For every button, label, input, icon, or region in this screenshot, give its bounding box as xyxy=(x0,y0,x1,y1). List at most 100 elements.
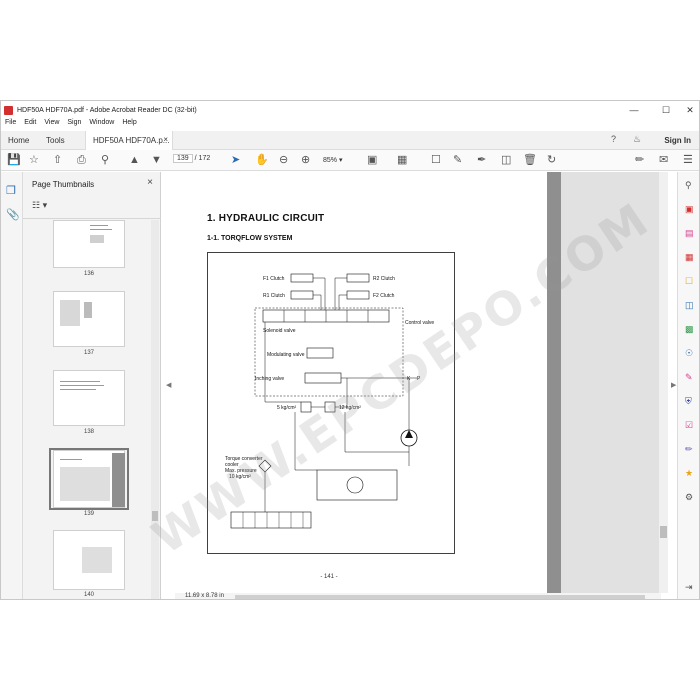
comment-icon[interactable]: ☐ xyxy=(431,153,441,167)
zoom-selector[interactable]: 85% ▾ xyxy=(323,156,342,164)
help-icon[interactable]: ? xyxy=(611,134,616,144)
more-tools-icon[interactable]: ☰ xyxy=(683,153,693,167)
zoom-in-icon[interactable]: ⊕ xyxy=(301,153,310,167)
document-vertical-scrollbar[interactable] xyxy=(659,172,668,593)
thumbnail-scroll-thumb[interactable] xyxy=(152,511,158,521)
thumbnail-scrollbar[interactable] xyxy=(151,220,159,599)
request-signature-icon[interactable]: ✏ xyxy=(685,444,693,455)
page-number-footer: - 141 - xyxy=(320,574,338,580)
tab-bar: Home Tools HDF50A HDF70A.p... × ? ♨ Sign… xyxy=(1,131,699,150)
highlight-pen-icon[interactable]: ✎ xyxy=(453,153,462,167)
more-tools-wrench-icon[interactable]: ⚙ xyxy=(685,492,693,503)
page-heading: 1. HYDRAULIC CIRCUIT xyxy=(207,213,325,224)
thumbnail-options-button[interactable]: ☷ ▾ xyxy=(32,200,47,211)
fit-page-icon[interactable]: ▣ xyxy=(367,153,377,167)
page-navigator: 139 / 172 xyxy=(173,154,210,163)
panel-divider xyxy=(23,218,161,219)
save-icon[interactable]: 💾 xyxy=(7,153,21,167)
comment-tool-icon[interactable]: ☐ xyxy=(685,276,693,287)
status-bar: 11.69 x 8.78 in xyxy=(175,593,661,599)
menu-help[interactable]: Help xyxy=(122,119,136,131)
tab-tools[interactable]: Tools xyxy=(46,136,65,145)
send-for-signature-icon[interactable]: ☑ xyxy=(685,420,693,431)
window-title: HDF50A HDF70A.pdf - Adobe Acrobat Reader… xyxy=(17,106,197,114)
scan-icon[interactable]: ☉ xyxy=(685,348,693,359)
combine-files-icon[interactable]: ◫ xyxy=(685,300,694,311)
thumbnail-page-number: 140 xyxy=(83,592,94,598)
menu-file[interactable]: File xyxy=(5,119,16,131)
tab-document[interactable]: HDF50A HDF70A.p... × xyxy=(85,131,173,150)
edit-pdf-icon[interactable]: ✏ xyxy=(635,153,644,167)
hydraulic-circuit-diagram: F1 Clutch R1 Clutch R2 Clutch F2 Clutch … xyxy=(207,252,455,554)
page-up-icon[interactable]: ▲ xyxy=(129,153,140,167)
draw-icon[interactable]: ✒ xyxy=(477,153,486,167)
collapse-tools-icon[interactable]: ⇥ xyxy=(685,582,693,593)
search-icon[interactable]: ⚲ xyxy=(101,153,109,167)
delete-icon[interactable]: 🗑 xyxy=(523,153,537,167)
attachment-icon[interactable]: 📎 xyxy=(6,208,20,221)
r2-clutch-label: R2 Clutch xyxy=(373,276,395,282)
modulating-valve-label: Modulating valve xyxy=(267,352,305,358)
menu-sign[interactable]: Sign xyxy=(67,119,81,131)
thumbnail-page[interactable] xyxy=(53,370,125,426)
menu-edit[interactable]: Edit xyxy=(24,119,36,131)
document-viewport[interactable]: 1. HYDRAULIC CIRCUIT 1-1. TORQFLOW SYSTE… xyxy=(175,172,661,593)
cursor-icon[interactable]: ➤ xyxy=(231,153,240,167)
stamp-icon[interactable]: ◫ xyxy=(501,153,511,167)
document-scroll-thumb[interactable] xyxy=(660,526,667,538)
page-thumbnails-icon[interactable]: ❐ xyxy=(6,184,16,197)
pdf-page: 1. HYDRAULIC CIRCUIT 1-1. TORQFLOW SYSTE… xyxy=(175,172,547,593)
main-toolbar: 💾 ☆ ⇧ ⎙ ⚲ ▲ ▼ 139 / 172 ➤ ✋ ⊖ ⊕ 85% ▾ ▣ … xyxy=(1,150,699,171)
star-icon[interactable]: ☆ xyxy=(29,153,39,167)
section-heading: 1-1. TORQFLOW SYSTEM xyxy=(207,235,293,242)
pressure-12-label: 12 kg/cm² xyxy=(339,405,361,411)
sign-in-button[interactable]: Sign In xyxy=(664,136,691,145)
scroll-mode-icon[interactable]: ▦ xyxy=(397,153,407,167)
maximize-button[interactable]: ☐ xyxy=(653,101,679,119)
protect-icon[interactable]: ⛨ xyxy=(685,396,692,407)
rotate-icon[interactable]: ↻ xyxy=(547,153,556,167)
page-down-icon[interactable]: ▼ xyxy=(151,153,162,167)
tab-close-icon[interactable]: × xyxy=(163,135,168,144)
title-bar: HDF50A HDF70A.pdf - Adobe Acrobat Reader… xyxy=(1,101,699,119)
thumbnail-page[interactable] xyxy=(53,530,125,590)
zoom-out-icon[interactable]: ⊖ xyxy=(279,153,288,167)
minimize-button[interactable]: — xyxy=(621,101,647,119)
cooler-label-line4: 10 kg/cm² xyxy=(229,474,251,480)
close-icon[interactable]: × xyxy=(147,177,153,188)
create-pdf-icon[interactable]: ▣ xyxy=(685,204,694,215)
thumbnail-page[interactable] xyxy=(53,291,125,347)
export-pdf-icon[interactable]: ▦ xyxy=(685,252,694,263)
search-tools-icon[interactable]: ⚲ xyxy=(685,180,692,191)
thumbnail-page[interactable] xyxy=(53,220,125,268)
upload-icon[interactable]: ⇧ xyxy=(53,153,62,167)
menu-view[interactable]: View xyxy=(44,119,59,131)
collapse-left-panel-icon[interactable]: ◀ xyxy=(166,381,171,389)
organize-pages-icon[interactable]: ▩ xyxy=(685,324,694,335)
page-separator: / xyxy=(194,155,197,162)
inching-valve-label: Inching valve xyxy=(255,376,284,382)
menu-bar: File Edit View Sign Window Help xyxy=(1,119,141,131)
thumbnail-page-number: 136 xyxy=(83,271,94,277)
acrobat-app-icon xyxy=(4,105,13,115)
certificates-icon[interactable]: ★ xyxy=(685,468,693,479)
adjacent-page-edge xyxy=(547,172,561,593)
notification-bell-icon[interactable]: ♨ xyxy=(633,134,641,145)
page-size-readout: 11.69 x 8.78 in xyxy=(185,593,224,599)
chevron-down-icon: ▾ xyxy=(338,157,343,164)
pressure-5-label: 5 kg/cm² xyxy=(277,405,297,411)
hand-icon[interactable]: ✋ xyxy=(255,153,269,167)
page-number-input[interactable]: 139 xyxy=(173,154,193,163)
f1-clutch-label: F1 Clutch xyxy=(263,276,285,282)
edit-pdf-tool-icon[interactable]: ▤ xyxy=(685,228,694,239)
close-button[interactable]: ✕ xyxy=(677,101,699,119)
solenoid-valve-label: Solenoid valve xyxy=(263,328,296,334)
share-icon[interactable]: ✉ xyxy=(659,153,668,167)
print-icon[interactable]: ⎙ xyxy=(77,153,86,167)
control-valve-label: Control valve xyxy=(405,320,434,326)
tab-home[interactable]: Home xyxy=(8,136,29,145)
collapse-right-panel-icon[interactable]: ▶ xyxy=(671,381,676,389)
fill-sign-icon[interactable]: ✎ xyxy=(685,372,693,383)
horizontal-scrollbar[interactable] xyxy=(235,595,645,599)
menu-window[interactable]: Window xyxy=(89,119,114,131)
